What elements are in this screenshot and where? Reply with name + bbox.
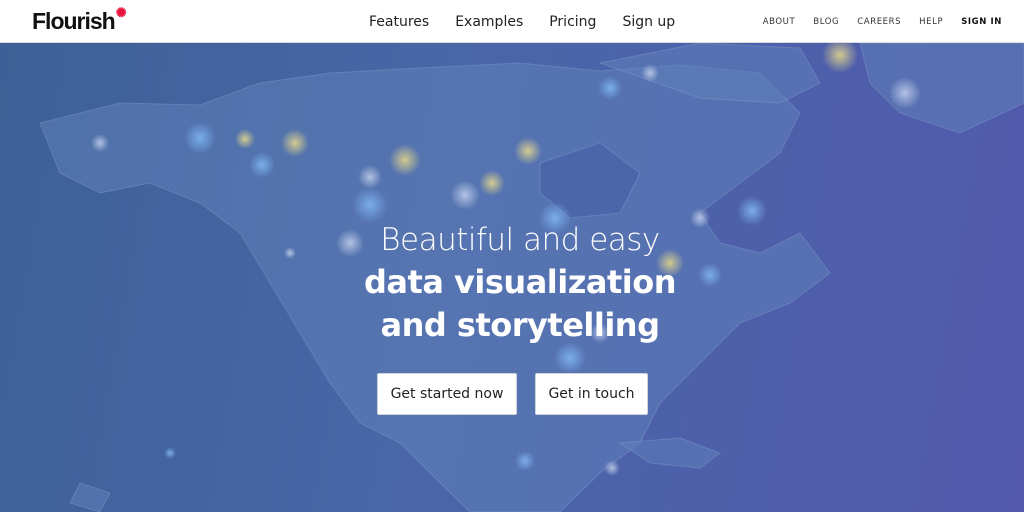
- nav-sign-up[interactable]: Sign up: [622, 14, 675, 30]
- secondary-nav: ABOUT BLOG CAREERS HELP SIGN IN: [745, 0, 1002, 43]
- nav-blog[interactable]: BLOG: [813, 17, 839, 27]
- nav-help[interactable]: HELP: [919, 17, 943, 27]
- nav-about[interactable]: ABOUT: [763, 17, 796, 27]
- get-started-button[interactable]: Get started now: [377, 373, 517, 415]
- logo-text: Flourish: [32, 8, 116, 34]
- hero-section: Beautiful and easy data visualization an…: [0, 43, 1024, 512]
- nav-features[interactable]: Features: [369, 14, 429, 30]
- hero-headline: Beautiful and easy data visualization an…: [0, 219, 1024, 347]
- top-nav-bar: Flourish ✺ Features Examples Pricing Sig…: [0, 0, 1024, 43]
- nav-examples[interactable]: Examples: [455, 14, 523, 30]
- nav-careers[interactable]: CAREERS: [857, 17, 901, 27]
- flourish-logo[interactable]: Flourish ✺: [32, 5, 127, 35]
- main-nav: Features Examples Pricing Sign up: [369, 0, 701, 43]
- logo-star-icon: ✺: [115, 5, 127, 20]
- get-in-touch-button[interactable]: Get in touch: [535, 373, 648, 415]
- nav-sign-in[interactable]: SIGN IN: [961, 17, 1002, 27]
- headline-line-2: data visualization: [364, 263, 676, 301]
- nav-pricing[interactable]: Pricing: [549, 14, 596, 30]
- headline-line-3: and storytelling: [380, 306, 660, 344]
- headline-line-1: Beautiful and easy: [380, 222, 660, 258]
